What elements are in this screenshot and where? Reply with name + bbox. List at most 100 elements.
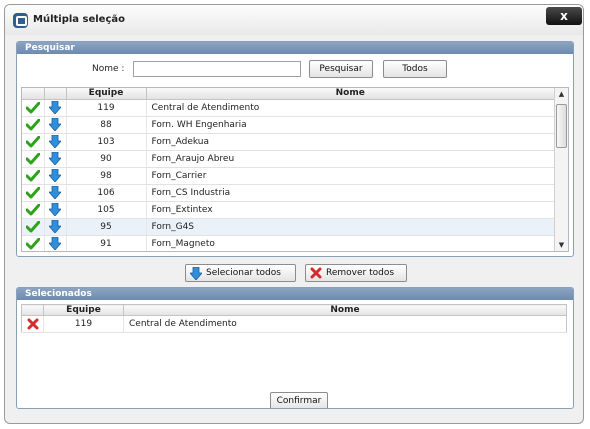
equipe-cell: 91 — [66, 235, 147, 251]
col-equipe-header[interactable]: Equipe — [66, 88, 147, 100]
remove-cell[interactable] — [21, 315, 44, 333]
selected-col-nome-header[interactable]: Nome — [123, 304, 567, 316]
equipe-cell: 98 — [66, 167, 147, 185]
equipe-cell: 105 — [66, 201, 147, 219]
add-cell[interactable] — [22, 184, 45, 202]
title-bar: Múltipla seleção x — [5, 5, 583, 35]
confirm-button[interactable]: Confirmar — [270, 392, 328, 408]
search-button[interactable]: Pesquisar — [309, 60, 373, 78]
move-cell[interactable] — [44, 167, 67, 185]
arrow-down-icon[interactable] — [49, 118, 61, 131]
result-row[interactable]: 103 Forn_Adekua — [22, 133, 555, 151]
show-all-button[interactable]: Todos — [383, 60, 447, 78]
selected-col-remove-header — [21, 304, 44, 316]
red-x-icon[interactable] — [27, 318, 39, 330]
selected-equipe-cell: 119 — [43, 315, 124, 333]
check-icon[interactable] — [25, 186, 40, 199]
window-title: Múltipla seleção — [33, 14, 126, 25]
nome-cell: Forn_Carrier — [146, 167, 555, 185]
move-cell[interactable] — [44, 133, 67, 151]
move-cell[interactable] — [44, 116, 67, 134]
arrow-down-icon[interactable] — [49, 237, 61, 250]
move-cell[interactable] — [44, 184, 67, 202]
red-x-icon — [310, 267, 322, 279]
move-cell[interactable] — [44, 99, 67, 117]
add-cell[interactable] — [22, 218, 45, 236]
nome-cell: Forn_G4S — [146, 218, 555, 236]
col-move-header — [44, 88, 67, 100]
move-cell[interactable] — [44, 235, 67, 251]
result-row[interactable]: 91 Forn_Magneto — [22, 235, 555, 251]
col-nome-header[interactable]: Nome — [146, 88, 555, 100]
equipe-cell: 119 — [66, 99, 147, 117]
select-all-label: Selecionar todos — [206, 268, 281, 278]
result-row[interactable]: 106 Forn_CS Industria — [22, 184, 555, 202]
add-cell[interactable] — [22, 133, 45, 151]
result-row[interactable]: 88 Forn. WH Engenharia — [22, 116, 555, 134]
app-icon — [13, 13, 28, 28]
equipe-cell: 88 — [66, 116, 147, 134]
add-cell[interactable] — [22, 167, 45, 185]
search-panel: Pesquisar Nome : Pesquisar Todos Equipe … — [16, 41, 574, 257]
result-row[interactable]: 119 Central de Atendimento — [22, 99, 555, 117]
equipe-cell: 95 — [66, 218, 147, 236]
name-label: Nome : — [92, 64, 125, 74]
remove-all-button[interactable]: Remover todos — [305, 264, 407, 282]
move-cell[interactable] — [44, 150, 67, 168]
check-icon[interactable] — [25, 135, 40, 148]
result-row[interactable]: 105 Forn_Extintex — [22, 201, 555, 219]
nome-cell: Forn_CS Industria — [146, 184, 555, 202]
result-row[interactable]: 98 Forn_Carrier — [22, 167, 555, 185]
add-cell[interactable] — [22, 150, 45, 168]
equipe-cell: 90 — [66, 150, 147, 168]
results-scrollbar[interactable]: ▲ ▼ — [554, 88, 568, 251]
check-icon[interactable] — [25, 203, 40, 216]
move-cell[interactable] — [44, 218, 67, 236]
add-cell[interactable] — [22, 99, 45, 117]
selected-nome-cell: Central de Atendimento — [123, 315, 567, 333]
move-cell[interactable] — [44, 201, 67, 219]
nome-cell: Forn_Araujo Abreu — [146, 150, 555, 168]
arrow-down-icon[interactable] — [49, 135, 61, 148]
selected-panel: Selecionados Equipe Nome 119 Central de A… — [16, 287, 574, 409]
selected-header-row: Equipe Nome — [21, 304, 567, 316]
arrow-down-icon[interactable] — [49, 152, 61, 165]
results-header-row: Equipe Nome — [22, 88, 555, 100]
check-icon[interactable] — [25, 169, 40, 182]
arrow-down-icon — [190, 267, 202, 280]
name-search-input[interactable] — [133, 61, 301, 77]
check-icon[interactable] — [25, 101, 40, 114]
add-cell[interactable] — [22, 116, 45, 134]
equipe-cell: 103 — [66, 133, 147, 151]
select-all-button[interactable]: Selecionar todos — [185, 264, 296, 282]
add-cell[interactable] — [22, 201, 45, 219]
remove-all-label: Remover todos — [326, 268, 395, 278]
arrow-down-icon[interactable] — [49, 186, 61, 199]
selected-col-equipe-header[interactable]: Equipe — [43, 304, 124, 316]
search-panel-header: Pesquisar — [17, 42, 573, 54]
add-cell[interactable] — [22, 235, 45, 251]
check-icon[interactable] — [25, 152, 40, 165]
arrow-down-icon[interactable] — [49, 220, 61, 233]
arrow-down-icon[interactable] — [49, 169, 61, 182]
arrow-down-icon[interactable] — [49, 203, 61, 216]
check-icon[interactable] — [25, 118, 40, 131]
col-add-header — [22, 88, 45, 100]
check-icon[interactable] — [25, 237, 40, 250]
nome-cell: Forn_Magneto — [146, 235, 555, 251]
search-row: Nome : Pesquisar Todos — [17, 57, 573, 81]
equipe-cell: 106 — [66, 184, 147, 202]
selected-grid: Equipe Nome 119 Central de Atendimento — [21, 304, 569, 340]
result-row[interactable]: 90 Forn_Araujo Abreu — [22, 150, 555, 168]
scroll-thumb[interactable] — [556, 104, 567, 148]
selected-row[interactable]: 119 Central de Atendimento — [21, 315, 567, 333]
selected-table: Equipe Nome 119 Central de Atendimento — [21, 304, 567, 333]
nome-cell: Forn_Extintex — [146, 201, 555, 219]
scroll-up-arrow-icon[interactable]: ▲ — [555, 88, 568, 100]
check-icon[interactable] — [25, 220, 40, 233]
close-button[interactable]: x — [546, 7, 582, 25]
arrow-down-icon[interactable] — [49, 101, 61, 114]
scroll-down-arrow-icon[interactable]: ▼ — [555, 239, 568, 251]
nome-cell: Forn_Adekua — [146, 133, 555, 151]
result-row[interactable]: 95 Forn_G4S — [22, 218, 555, 236]
